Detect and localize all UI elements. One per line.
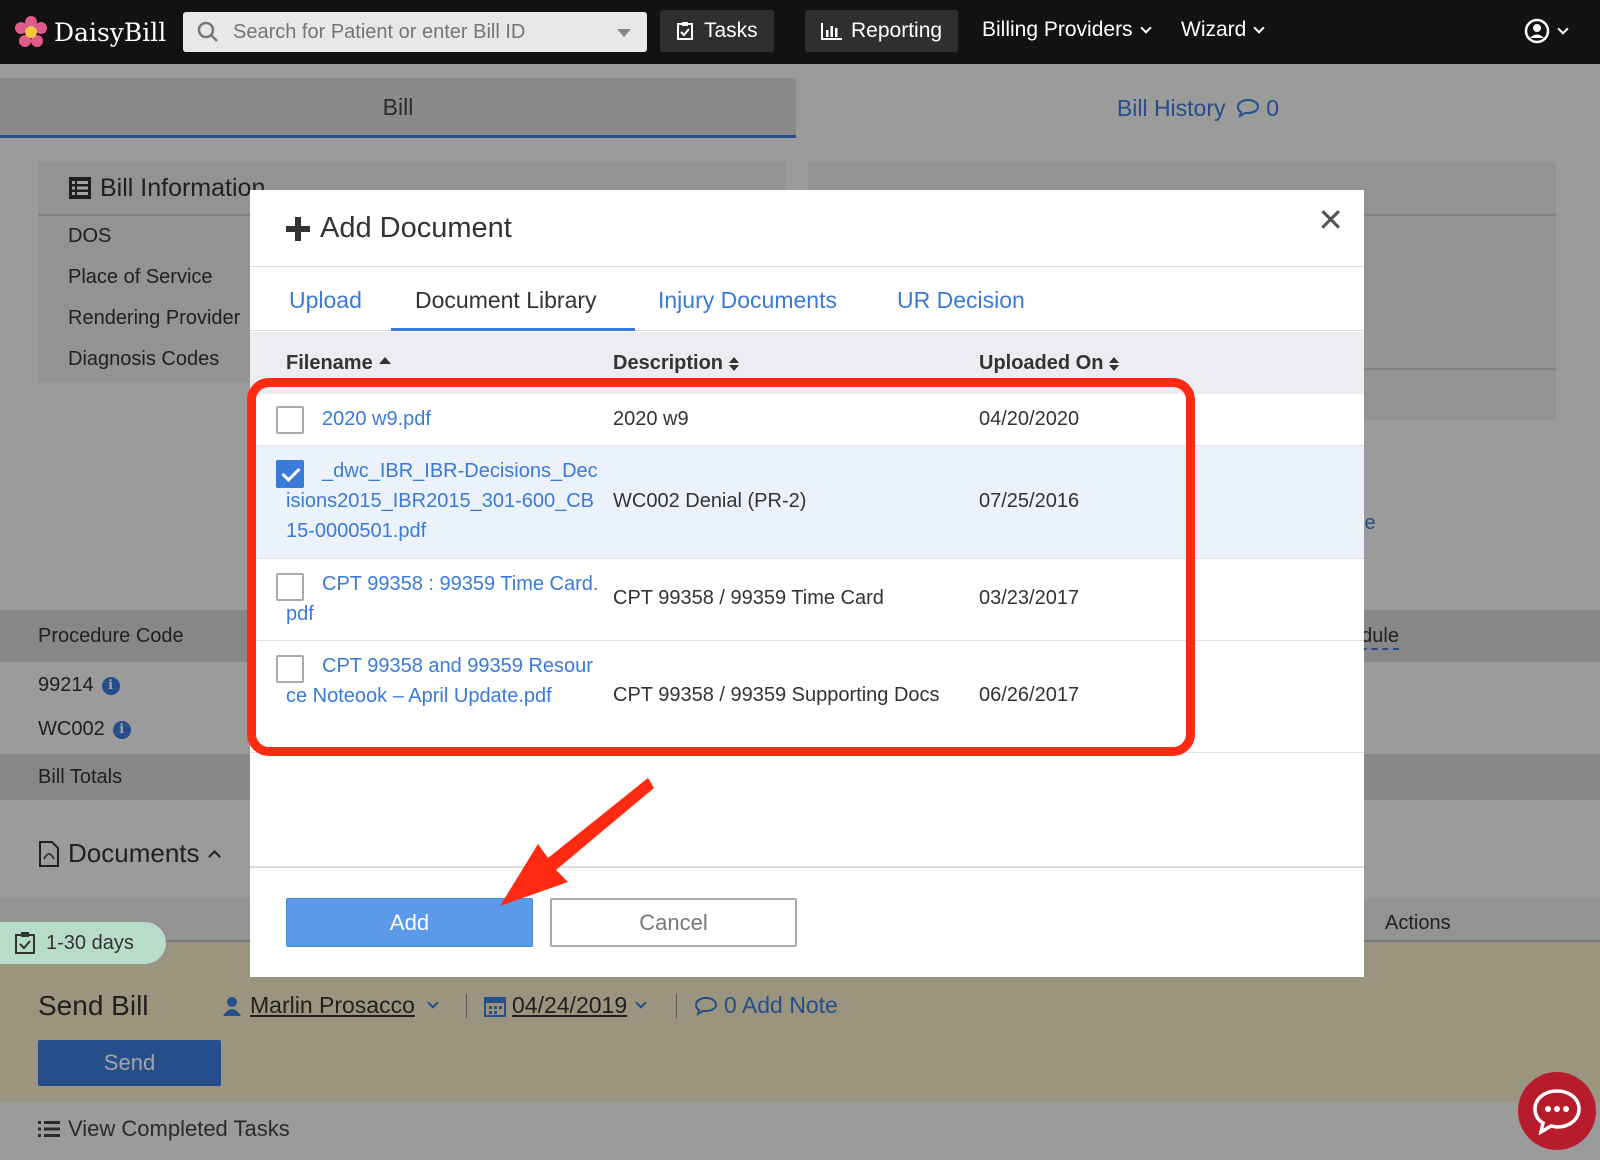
column-filename[interactable]: Filename [286, 352, 391, 375]
tasks-label: Tasks [704, 19, 758, 42]
chat-icon [1533, 1089, 1581, 1135]
cancel-button[interactable]: Cancel [550, 898, 797, 947]
chevron-down-icon [1139, 21, 1152, 34]
column-uploaded-on[interactable]: Uploaded On [979, 352, 1120, 375]
chevron-down-icon [1253, 21, 1266, 34]
highlight-box [247, 378, 1195, 756]
tasks-icon [15, 932, 35, 954]
tab-injury-documents[interactable]: Injury Documents [658, 287, 837, 314]
tab-ur-decision[interactable]: UR Decision [897, 287, 1025, 314]
search-input[interactable] [233, 20, 593, 44]
brand-name: DaisyBill [54, 17, 167, 47]
wizard-menu[interactable]: Wizard [1181, 18, 1266, 42]
divider [250, 866, 1364, 868]
reporting-icon [821, 23, 842, 40]
tab-upload[interactable]: Upload [289, 287, 362, 314]
sort-ascending-icon [378, 357, 391, 364]
account-menu[interactable] [1524, 18, 1569, 44]
column-uploaded-on-label: Uploaded On [979, 352, 1104, 374]
tab-document-library[interactable]: Document Library [415, 287, 597, 314]
plus-icon [286, 216, 310, 241]
column-filename-label: Filename [286, 352, 373, 374]
days-badge-label: 1-30 days [46, 931, 134, 954]
column-description[interactable]: Description [613, 352, 740, 375]
active-tab-indicator [391, 328, 635, 331]
sort-icon [1109, 356, 1120, 371]
brand-logo[interactable]: DaisyBill [14, 15, 166, 49]
modal-tabs: Upload Document Library Injury Documents… [250, 267, 1364, 331]
reporting-label: Reporting [851, 19, 943, 42]
modal-title: Add Document [286, 212, 512, 245]
search-box[interactable] [183, 12, 647, 52]
search-dropdown-caret[interactable] [617, 29, 631, 37]
column-description-label: Description [613, 352, 724, 374]
modal-title-text: Add Document [320, 212, 512, 244]
add-button[interactable]: Add [286, 898, 533, 947]
daisy-logo-icon [15, 16, 47, 47]
billing-providers-menu[interactable]: Billing Providers [982, 18, 1152, 42]
top-nav: DaisyBill Tasks Reporting Billing Provid… [0, 0, 1600, 64]
chat-button[interactable] [1518, 1072, 1596, 1150]
chevron-down-icon [1557, 22, 1569, 35]
reporting-button[interactable]: Reporting [805, 10, 959, 52]
close-icon[interactable]: ✕ [1317, 204, 1344, 236]
search-icon [197, 21, 218, 42]
user-circle-icon [1524, 18, 1550, 44]
sort-icon [729, 356, 740, 371]
wizard-label: Wizard [1181, 18, 1247, 41]
tasks-button[interactable]: Tasks [660, 10, 774, 52]
billing-providers-label: Billing Providers [982, 18, 1133, 41]
tasks-icon [677, 22, 693, 40]
days-badge: 1-30 days [0, 922, 166, 964]
